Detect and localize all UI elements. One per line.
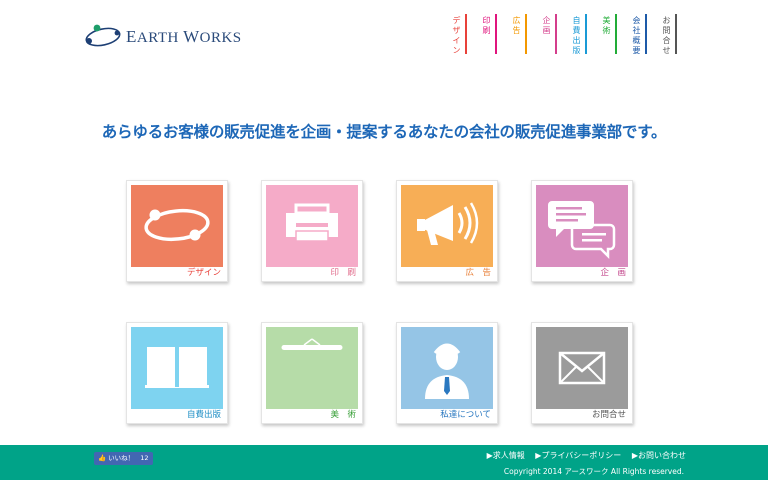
card-image	[536, 327, 628, 409]
nav-item-art[interactable]: 美術	[593, 14, 617, 56]
orbit-icon	[144, 208, 210, 242]
card-label: 私達について	[440, 410, 491, 420]
card-label: 印 刷	[330, 268, 356, 278]
logo-text: EARTH WORKS	[126, 27, 242, 46]
like-label: いいね！	[108, 454, 135, 462]
link-text: 求人情報	[492, 451, 525, 460]
card-label: 企 画	[600, 268, 626, 278]
card-image	[266, 327, 358, 409]
link-text: お問い合わせ	[638, 451, 686, 460]
card-label: デザイン	[186, 268, 221, 278]
service-card-advertising[interactable]: 広 告	[396, 180, 498, 282]
footer-link-privacy[interactable]: ▶プライバシーポリシー	[535, 451, 621, 460]
copyright: Copyright 2014 アースワーク All Rights reserve…	[503, 467, 684, 476]
card-label: 自費出版	[186, 410, 221, 420]
nav-bar	[495, 14, 497, 54]
nav-item-planning[interactable]: 企画	[533, 14, 557, 56]
nav-label: デザイン	[452, 16, 461, 55]
footer-link-recruit[interactable]: ▶求人情報	[487, 451, 525, 460]
nav-item-self-publishing[interactable]: 自費出版	[563, 14, 587, 56]
megaphone-icon	[417, 202, 479, 245]
nav-bar	[675, 14, 677, 54]
nav-bar	[585, 14, 587, 54]
nav-label: 企画	[542, 16, 551, 35]
service-card-print[interactable]: 印 刷	[261, 180, 363, 282]
like-count: 12	[140, 454, 149, 462]
service-card-planning[interactable]: 企 画	[531, 180, 633, 282]
nav-bar	[465, 14, 467, 54]
facebook-like-button[interactable]: 👍 いいね！ 12	[94, 452, 153, 465]
card-label: 美 術	[330, 410, 356, 420]
card-image	[401, 327, 493, 409]
nav-item-print[interactable]: 印刷	[473, 14, 497, 56]
link-text: プライバシーポリシー	[541, 451, 622, 460]
card-image	[266, 185, 358, 267]
service-card-contact[interactable]: お問合せ	[531, 322, 633, 424]
hanging-scroll-icon	[281, 338, 343, 350]
nav-item-design[interactable]: デザイン	[443, 14, 467, 56]
nav-bar	[525, 14, 527, 54]
logo[interactable]: EARTH WORKS	[84, 24, 241, 50]
nav-label: お問合せ	[662, 16, 671, 55]
service-card-design[interactable]: デザイン	[126, 180, 228, 282]
open-book-icon	[145, 347, 209, 388]
nav-item-company[interactable]: 会社概要	[623, 14, 647, 56]
footer-links: ▶求人情報 ▶プライバシーポリシー ▶お問い合わせ	[479, 450, 686, 461]
envelope-icon	[558, 351, 606, 385]
printer-icon	[286, 203, 338, 242]
nav-label: 印刷	[482, 16, 491, 35]
thumbs-up-icon: 👍	[98, 454, 107, 462]
card-image	[401, 185, 493, 267]
speech-bubbles-icon	[548, 201, 616, 260]
nav-bar	[615, 14, 617, 54]
card-label: お問合せ	[591, 410, 626, 420]
footer: 👍 いいね！ 12 ▶求人情報 ▶プライバシーポリシー ▶お問い合わせ Copy…	[0, 445, 768, 480]
service-card-self-publishing[interactable]: 自費出版	[126, 322, 228, 424]
card-image	[131, 327, 223, 409]
nav-bar	[555, 14, 557, 54]
nav-bar	[645, 14, 647, 54]
footer-link-contact[interactable]: ▶お問い合わせ	[632, 451, 686, 460]
nav-item-advertising[interactable]: 広告	[503, 14, 527, 56]
card-label: 広 告	[465, 268, 491, 278]
nav-label: 美術	[602, 16, 611, 35]
earth-orbit-icon	[85, 24, 121, 47]
page-headline: あらゆるお客様の販売促進を企画・提案するあなたの会社の販売促進事業部です。	[101, 123, 667, 141]
card-image	[536, 185, 628, 267]
card-image	[131, 185, 223, 267]
nav-label: 自費出版	[572, 16, 581, 55]
nav-label: 広告	[512, 16, 521, 35]
service-card-art[interactable]: 美 術	[261, 322, 363, 424]
businessman-icon	[425, 343, 469, 399]
service-card-about-us[interactable]: 私達について	[396, 322, 498, 424]
nav-item-contact[interactable]: お問合せ	[653, 14, 677, 56]
nav-label: 会社概要	[632, 16, 641, 55]
